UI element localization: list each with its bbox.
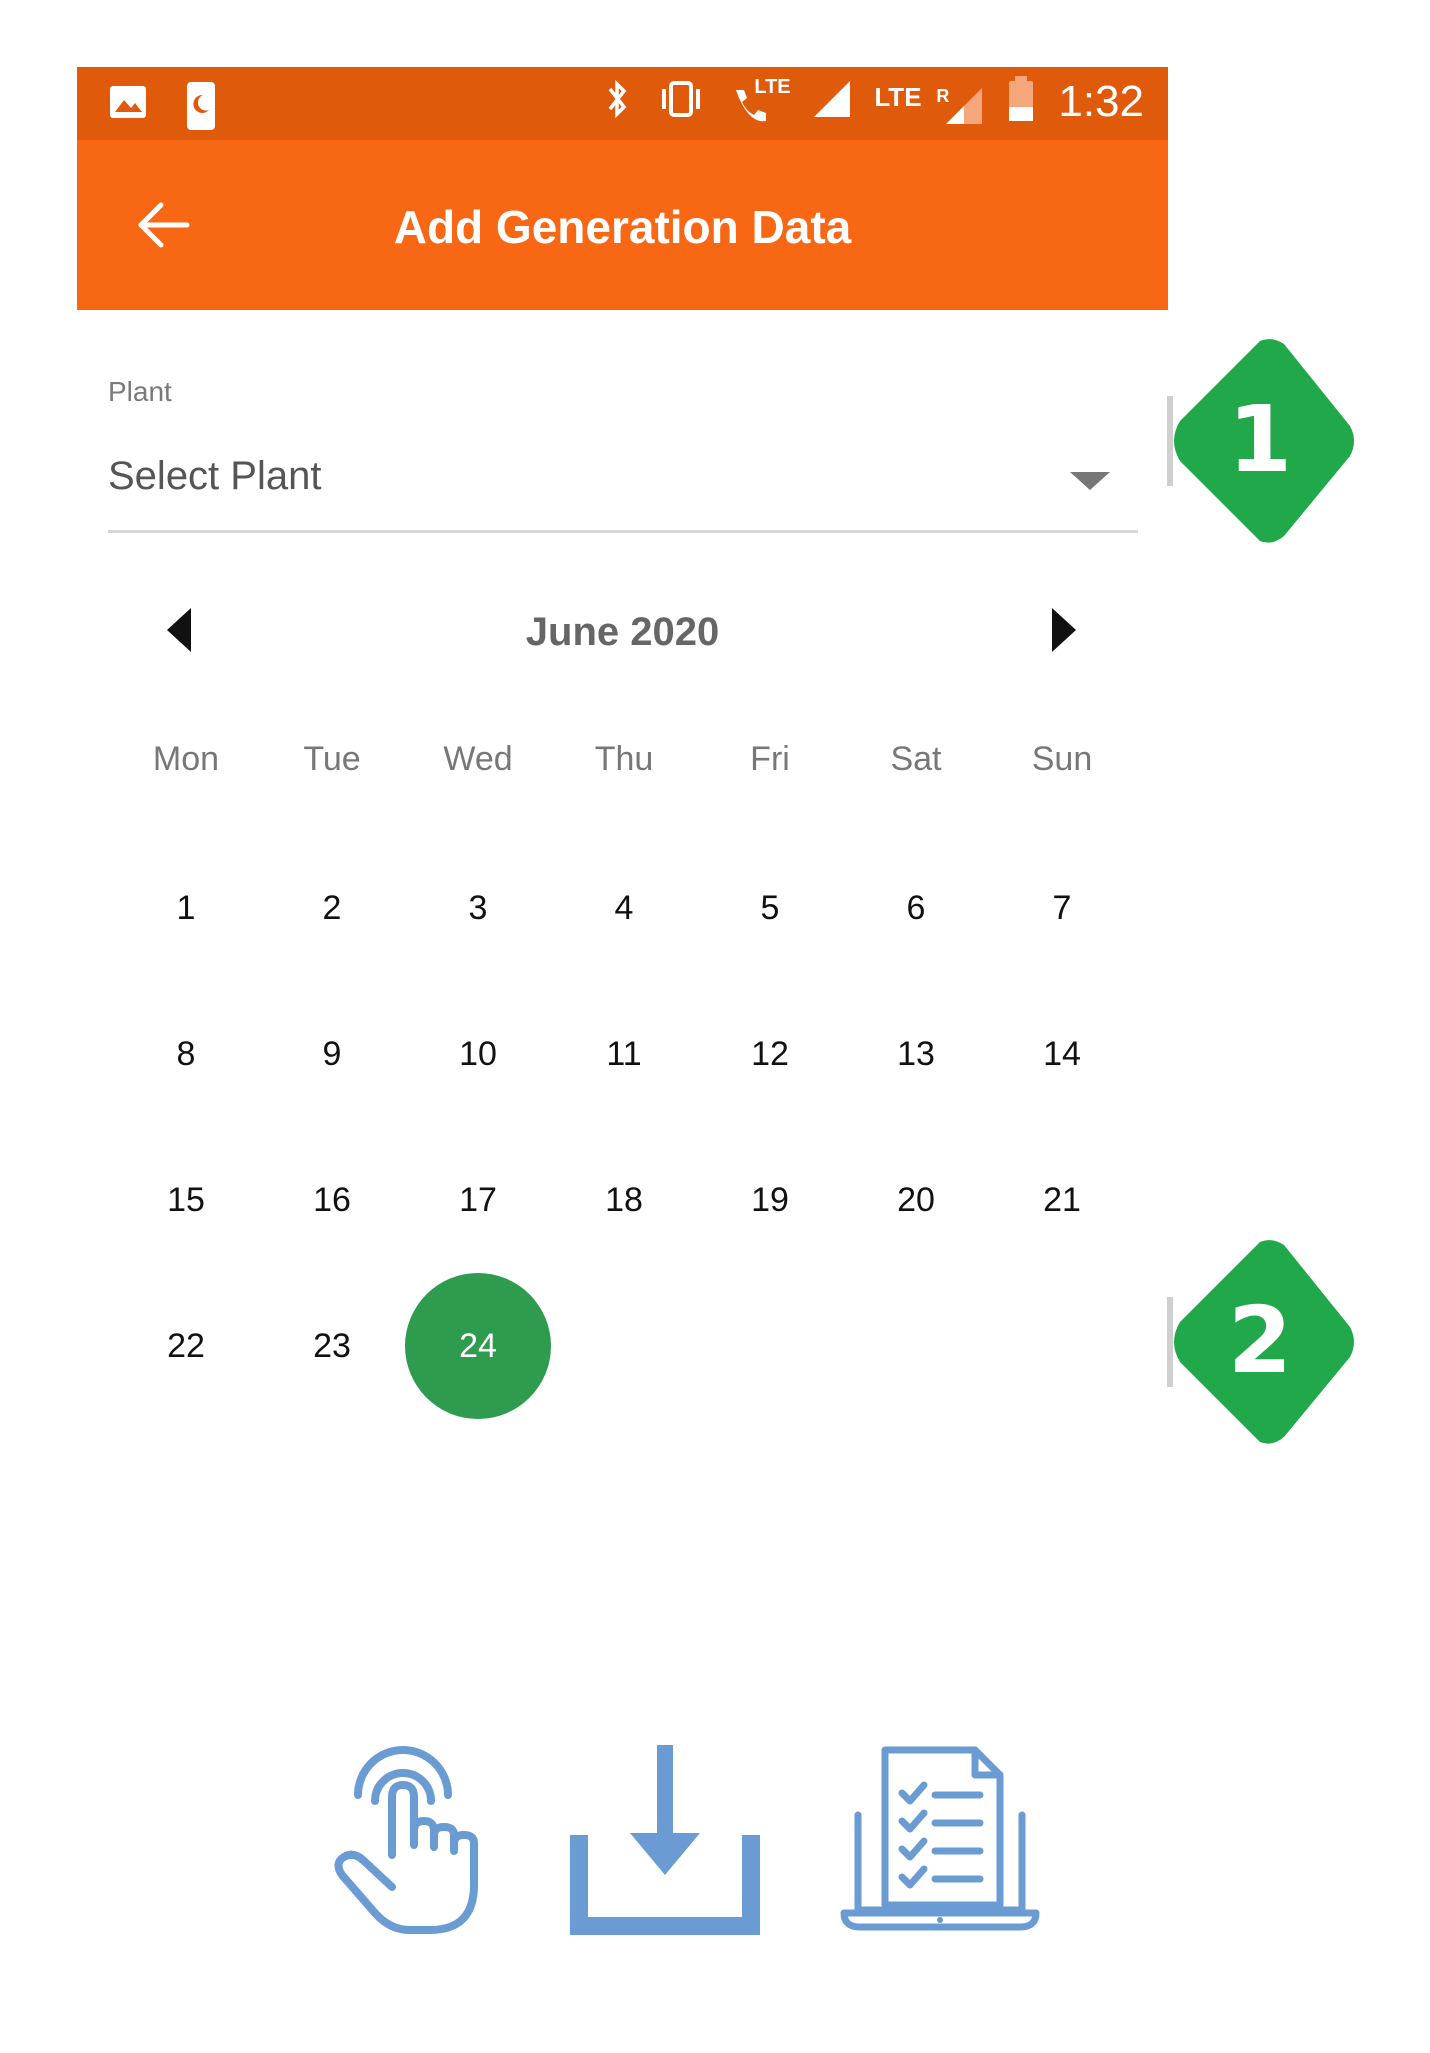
plant-label: Plant	[108, 376, 172, 407]
status-bar: LTE LTE R 1:32	[77, 67, 1168, 140]
calendar-day[interactable]: 4	[551, 835, 697, 981]
step-2-number: 2	[1227, 1287, 1292, 1394]
step-1-badge: 1	[1160, 336, 1360, 546]
calendar-day[interactable]: 5	[697, 835, 843, 981]
app-bar: Add Generation Data	[77, 140, 1168, 310]
calendar-day[interactable]: 1	[113, 835, 259, 981]
calendar-day[interactable]: 20	[843, 1127, 989, 1273]
calendar-day[interactable]: 13	[843, 981, 989, 1127]
tap-hand-icon	[330, 1735, 490, 1940]
calendar-day-empty	[843, 1273, 989, 1419]
calendar-day[interactable]: 17	[405, 1127, 551, 1273]
plant-dropdown-value: Select Plant	[108, 454, 322, 498]
image-icon	[107, 81, 149, 136]
step-1-number: 1	[1227, 386, 1292, 493]
calendar-day[interactable]: 7	[989, 835, 1135, 981]
chevron-down-icon	[1070, 472, 1110, 490]
weekday-label: Mon	[152, 740, 220, 778]
weekday-label: Thu	[594, 740, 654, 778]
calendar-day[interactable]: 22	[113, 1273, 259, 1419]
bottom-icon-row	[330, 1735, 1040, 1940]
volte-call-icon: LTE	[728, 76, 791, 126]
calendar-day[interactable]: 21	[989, 1127, 1135, 1273]
calendar-grid: 1 2 3 4 5 6 7 8 9 10 11 12 13 14 15 16 1…	[113, 835, 1135, 1419]
calendar-day[interactable]: 18	[551, 1127, 697, 1273]
calendar-day-selected[interactable]: 24	[405, 1273, 551, 1419]
calendar-day-empty	[551, 1273, 697, 1419]
calendar-day[interactable]: 6	[843, 835, 989, 981]
calendar-day[interactable]: 11	[551, 981, 697, 1127]
weekday-label: Sun	[1031, 740, 1093, 778]
month-title: June 2020	[525, 610, 720, 654]
month-navigation: June 2020	[77, 590, 1168, 670]
battery-low-icon	[1006, 75, 1036, 128]
calendar-day[interactable]: 19	[697, 1127, 843, 1273]
weekday-label: Sat	[890, 740, 942, 778]
step-2-badge: 2	[1160, 1237, 1360, 1447]
calendar-day[interactable]: 23	[259, 1273, 405, 1419]
download-icon	[570, 1745, 760, 1940]
next-month-icon[interactable]	[1052, 608, 1076, 652]
calendar-day[interactable]: 16	[259, 1127, 405, 1273]
vibrate-icon	[656, 77, 706, 126]
calendar-day-empty	[989, 1273, 1135, 1419]
phone-header: LTE LTE R 1:32 Add Generation Data	[77, 67, 1168, 310]
plant-dropdown[interactable]: Select Plant	[108, 434, 1138, 533]
notification-moon-icon	[185, 81, 217, 136]
calendar-day[interactable]: 8	[113, 981, 259, 1127]
calendar-day[interactable]: 10	[405, 981, 551, 1127]
calendar-day[interactable]: 12	[697, 981, 843, 1127]
calendar-day[interactable]: 3	[405, 835, 551, 981]
calendar-day[interactable]: 9	[259, 981, 405, 1127]
lte-roaming-signal-icon: LTE R	[874, 78, 984, 126]
weekday-label: Fri	[750, 740, 790, 778]
calendar-day[interactable]: 14	[989, 981, 1135, 1127]
weekday-label: Tue	[303, 740, 361, 778]
signal-icon	[812, 79, 852, 124]
calendar-day[interactable]: 2	[259, 835, 405, 981]
bluetooth-icon	[600, 77, 634, 126]
laptop-checklist-icon	[840, 1745, 1040, 1940]
weekday-label: Wed	[443, 740, 513, 778]
status-time: 1:32	[1058, 76, 1144, 126]
selected-day-label: 24	[405, 1273, 551, 1419]
calendar-day[interactable]: 15	[113, 1127, 259, 1273]
calendar-day-empty	[697, 1273, 843, 1419]
weekday-header: Mon Tue Wed Thu Fri Sat Sun	[113, 740, 1135, 779]
page-title: Add Generation Data	[393, 201, 852, 253]
